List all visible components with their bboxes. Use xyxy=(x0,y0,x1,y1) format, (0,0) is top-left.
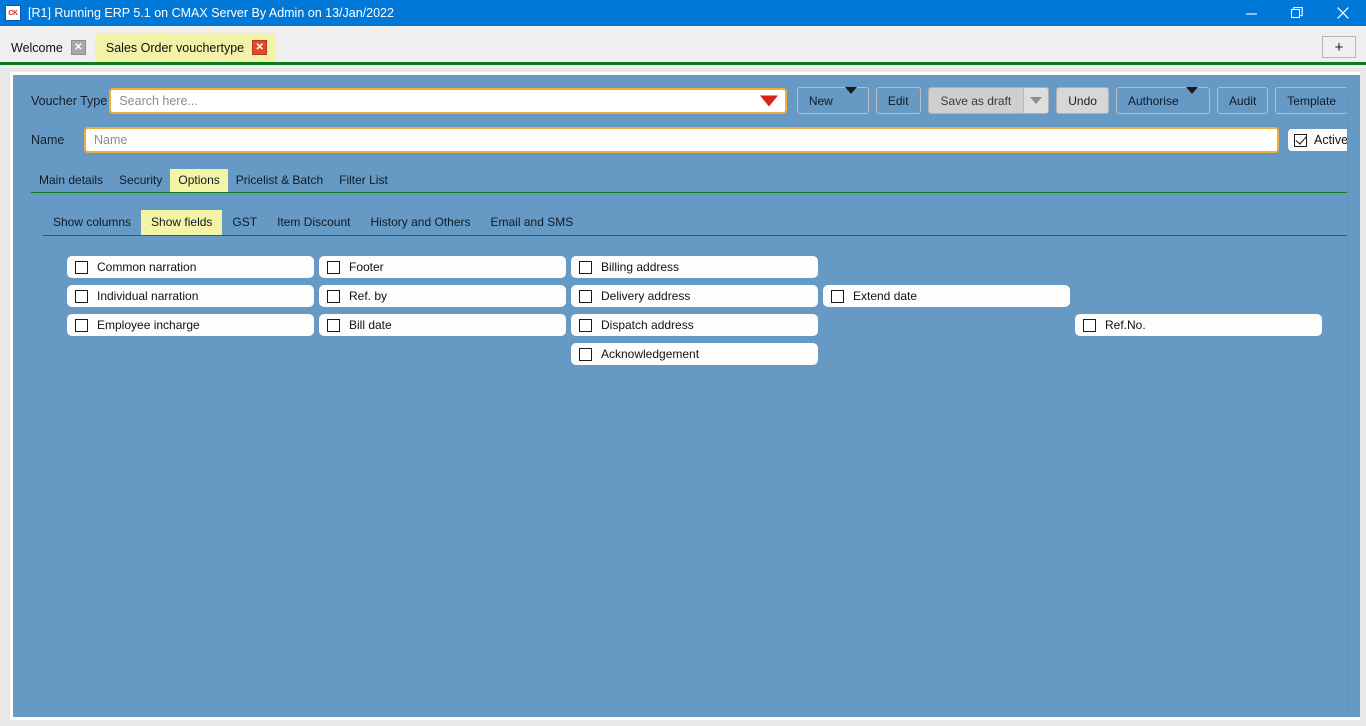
authorise-button-label: Authorise xyxy=(1127,93,1179,108)
chevron-down-icon xyxy=(844,86,857,108)
undo-button[interactable]: Undo xyxy=(1056,87,1109,114)
chevron-down-icon xyxy=(1185,86,1198,108)
tab-sales-order-vouchertype[interactable]: Sales Order vouchertype ✕ xyxy=(94,33,277,62)
checkbox-dispatch-address-box[interactable] xyxy=(579,318,592,332)
vertical-scrollbar[interactable] xyxy=(1347,75,1360,717)
tab-sales-order-vouchertype-label: Sales Order vouchertype xyxy=(105,40,245,55)
voucher-type-row: Voucher Type Search here... New Edit Sav… xyxy=(13,75,1360,114)
subtab-history-and-others[interactable]: History and Others xyxy=(360,210,480,235)
name-input[interactable]: Name xyxy=(84,127,1279,153)
checkbox-billing-address[interactable]: Billing address xyxy=(571,256,818,278)
tab-security[interactable]: Security xyxy=(111,169,170,192)
checkbox-acknowledgement-label: Acknowledgement xyxy=(601,347,700,361)
checkbox-delivery-address-label: Delivery address xyxy=(601,289,691,303)
tab-welcome[interactable]: Welcome ✕ xyxy=(0,33,95,62)
checkbox-ref-by-box[interactable] xyxy=(327,289,340,303)
checkbox-bill-date-label: Bill date xyxy=(349,318,392,332)
primary-tab-bar: Main details Security Options Pricelist … xyxy=(31,169,1350,193)
checkbox-employee-incharge-box[interactable] xyxy=(75,318,88,332)
content-outer: Voucher Type Search here... New Edit Sav… xyxy=(0,68,1366,726)
name-row: Name Name Active xyxy=(13,114,1360,153)
name-label: Name xyxy=(31,133,65,147)
close-icon[interactable] xyxy=(1320,0,1366,26)
chevron-down-icon[interactable] xyxy=(759,95,778,106)
template-button[interactable]: Template xyxy=(1275,87,1348,114)
checkbox-extend-date-box[interactable] xyxy=(831,289,844,303)
new-button-label: New xyxy=(808,93,833,108)
checkbox-footer-box[interactable] xyxy=(327,260,340,274)
checkbox-footer[interactable]: Footer xyxy=(319,256,566,278)
subtab-show-fields[interactable]: Show fields xyxy=(141,210,223,235)
checkbox-ref-no-box[interactable] xyxy=(1083,318,1096,332)
checkbox-common-narration-box[interactable] xyxy=(75,260,88,274)
sub-tab-bar: Show columns Show fields GST Item Discou… xyxy=(43,210,1350,236)
active-checkbox-label: Active xyxy=(1314,133,1349,147)
tab-filter-list[interactable]: Filter List xyxy=(331,169,396,192)
subtab-gst[interactable]: GST xyxy=(222,210,267,235)
checkbox-bill-date-box[interactable] xyxy=(327,318,340,332)
authorise-button[interactable]: Authorise xyxy=(1115,86,1210,114)
voucher-type-label: Voucher Type xyxy=(31,93,108,108)
window-titlebar: CK [R1] Running ERP 5.1 on CMAX Server B… xyxy=(0,0,1366,26)
action-toolbar: New Edit Save as draft Undo Authorise Au… xyxy=(796,86,1348,114)
checkbox-acknowledgement-box[interactable] xyxy=(579,347,592,361)
minimize-icon[interactable] xyxy=(1228,0,1274,26)
name-placeholder: Name xyxy=(94,133,128,147)
save-as-draft-label: Save as draft xyxy=(928,88,1024,113)
checkbox-extend-date[interactable]: Extend date xyxy=(823,285,1070,307)
add-tab-button[interactable]: + xyxy=(1322,36,1356,58)
save-as-draft-button[interactable]: Save as draft xyxy=(927,87,1050,114)
checkbox-employee-incharge-label: Employee incharge xyxy=(97,318,200,332)
checkbox-delivery-address-box[interactable] xyxy=(579,289,592,303)
checkbox-footer-label: Footer xyxy=(349,260,384,274)
window-controls xyxy=(1228,0,1366,26)
checkbox-individual-narration-box[interactable] xyxy=(75,289,88,303)
subtab-email-and-sms[interactable]: Email and SMS xyxy=(481,210,584,235)
checkbox-ref-by[interactable]: Ref. by xyxy=(319,285,566,307)
checkbox-extend-date-label: Extend date xyxy=(853,289,918,303)
checkbox-ref-by-label: Ref. by xyxy=(349,289,388,303)
active-checkbox-box[interactable] xyxy=(1294,133,1307,147)
checkbox-dispatch-address-label: Dispatch address xyxy=(601,318,694,332)
checkbox-acknowledgement[interactable]: Acknowledgement xyxy=(571,343,818,365)
voucher-type-input[interactable]: Search here... xyxy=(109,87,787,114)
checkbox-individual-narration[interactable]: Individual narration xyxy=(67,285,314,307)
checkbox-ref-no[interactable]: Ref.No. xyxy=(1075,314,1322,336)
subtab-show-columns[interactable]: Show columns xyxy=(43,210,141,235)
audit-button[interactable]: Audit xyxy=(1216,87,1269,114)
checkbox-ref-no-label: Ref.No. xyxy=(1105,318,1146,332)
save-as-draft-dropdown[interactable] xyxy=(1023,88,1049,113)
window-title: [R1] Running ERP 5.1 on CMAX Server By A… xyxy=(28,6,394,20)
tab-pricelist-and-batch[interactable]: Pricelist & Batch xyxy=(228,169,331,192)
checkbox-delivery-address[interactable]: Delivery address xyxy=(571,285,818,307)
chevron-down-icon xyxy=(1030,97,1043,104)
new-button[interactable]: New xyxy=(796,86,869,114)
checkbox-dispatch-address[interactable]: Dispatch address xyxy=(571,314,818,336)
app-icon: CK xyxy=(5,5,21,21)
subtab-item-discount[interactable]: Item Discount xyxy=(267,210,360,235)
tab-welcome-label: Welcome xyxy=(11,40,63,55)
checkbox-common-narration[interactable]: Common narration xyxy=(67,256,314,278)
checkbox-bill-date[interactable]: Bill date xyxy=(319,314,566,336)
tab-main-details[interactable]: Main details xyxy=(31,169,111,192)
form-panel: Voucher Type Search here... New Edit Sav… xyxy=(10,72,1360,720)
restore-icon[interactable] xyxy=(1274,0,1320,26)
checkbox-individual-narration-label: Individual narration xyxy=(97,289,199,303)
document-tab-strip: Welcome ✕ Sales Order vouchertype ✕ + xyxy=(0,26,1366,65)
checkbox-billing-address-label: Billing address xyxy=(601,260,680,274)
tab-sales-order-vouchertype-close-icon[interactable]: ✕ xyxy=(252,40,268,55)
checkbox-employee-incharge[interactable]: Employee incharge xyxy=(67,314,314,336)
show-fields-checkbox-grid: Common narration Individual narration Empl… xyxy=(13,256,1360,396)
checkbox-billing-address-box[interactable] xyxy=(579,260,592,274)
voucher-type-placeholder: Search here... xyxy=(119,93,198,108)
checkbox-common-narration-label: Common narration xyxy=(97,260,197,274)
edit-button[interactable]: Edit xyxy=(875,87,921,114)
tab-options[interactable]: Options xyxy=(170,169,228,192)
tab-welcome-close-icon[interactable]: ✕ xyxy=(70,40,86,55)
